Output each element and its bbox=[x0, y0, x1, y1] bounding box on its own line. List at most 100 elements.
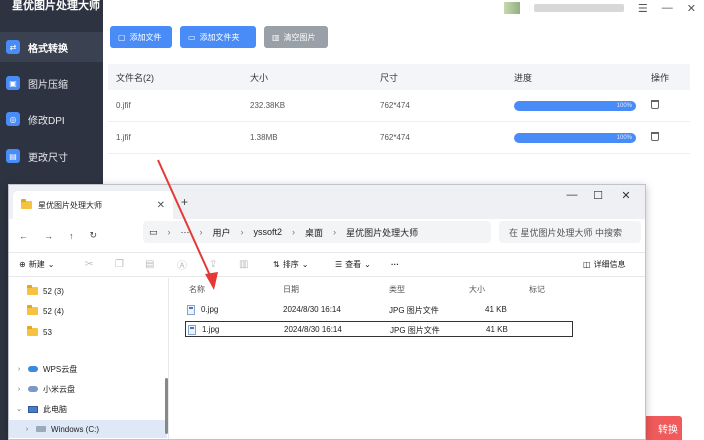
monitor-icon: ▭ bbox=[149, 226, 158, 237]
col-type[interactable]: 类型 bbox=[389, 284, 405, 295]
chevron-right-icon: › bbox=[240, 227, 244, 237]
address-bar[interactable]: ▭ › ··· › 用户 › yssoft2 › 桌面 › 星优图片处理大师 bbox=[143, 221, 491, 243]
nav-item-wps-cloud[interactable]: › WPS云盘 bbox=[9, 360, 167, 378]
view-button[interactable]: ☰ 查看 ⌄ bbox=[335, 259, 371, 270]
nav-item-label: Windows (C:) bbox=[51, 424, 100, 434]
chevron-down-icon: ⌄ bbox=[364, 260, 371, 269]
progress-bar: 100% bbox=[514, 132, 636, 143]
chevron-right-icon: › bbox=[333, 227, 337, 237]
col-date[interactable]: 日期 bbox=[283, 284, 299, 295]
delete-icon[interactable] bbox=[651, 100, 659, 109]
file-date: 2024/8/30 16:14 bbox=[283, 305, 341, 314]
nav-item-folder[interactable]: 52 (3) bbox=[9, 282, 167, 300]
rename-icon[interactable]: Ⓐ bbox=[177, 257, 187, 272]
minimize-icon[interactable]: — bbox=[662, 2, 673, 14]
nav-item-folder[interactable]: 53 bbox=[9, 323, 167, 341]
explorer-tab[interactable]: 星优图片处理大师 ✕ bbox=[13, 191, 173, 219]
folder-icon bbox=[27, 305, 38, 315]
file-size: 232.38KB bbox=[250, 101, 286, 110]
breadcrumb-item[interactable]: yssoft2 bbox=[254, 227, 283, 237]
file-name: 1.jpg bbox=[202, 325, 220, 334]
close-icon[interactable]: ✕ bbox=[687, 2, 696, 15]
format-convert-icon: ⇄ bbox=[6, 40, 20, 54]
start-convert-button[interactable]: 转换 bbox=[640, 416, 682, 440]
forward-icon[interactable]: → bbox=[44, 231, 53, 241]
add-folder-button[interactable]: ▭ 添加文件夹 bbox=[180, 26, 256, 48]
sidebar-item-format-convert[interactable]: ⇄ 格式转换 bbox=[0, 32, 103, 62]
chevron-right-icon[interactable]: › bbox=[15, 386, 23, 393]
breadcrumb-item[interactable]: 用户 bbox=[213, 226, 231, 239]
search-placeholder: 在 星优图片处理大师 中搜索 bbox=[509, 227, 623, 238]
sort-button[interactable]: ⇅ 排序 ⌄ bbox=[273, 259, 308, 270]
clear-images-button[interactable]: ▥ 清空图片 bbox=[264, 26, 328, 48]
scrollbar[interactable] bbox=[165, 378, 168, 434]
command-bar: ⊕ 新建 ⌄ ✂ ❐ ▤ Ⓐ ⇪ ▥ ⇅ 排序 ⌄ ☰ 查看 ⌄ ··· ◫ 详… bbox=[9, 253, 645, 277]
minimize-icon[interactable]: — bbox=[561, 189, 583, 201]
file-size: 41 KB bbox=[485, 305, 507, 314]
col-tags[interactable]: 标记 bbox=[529, 284, 545, 295]
col-name[interactable]: 名称 bbox=[189, 284, 205, 295]
chevron-down-icon: ⌄ bbox=[301, 260, 309, 269]
sort-label: 排序 bbox=[282, 260, 299, 269]
nav-item-this-pc[interactable]: ⌄ 此电脑 bbox=[9, 400, 167, 418]
sidebar-item-label: 图片压缩 bbox=[28, 79, 68, 91]
view-icon: ☰ bbox=[335, 260, 343, 269]
breadcrumb-item[interactable]: 星优图片处理大师 bbox=[346, 226, 418, 239]
cloud-icon bbox=[28, 386, 38, 392]
paste-icon[interactable]: ▤ bbox=[145, 259, 154, 270]
file-type: JPG 图片文件 bbox=[390, 326, 440, 335]
up-icon[interactable]: ↑ bbox=[69, 231, 74, 241]
cloud-icon bbox=[28, 366, 38, 372]
folder-icon: ▭ bbox=[188, 32, 196, 42]
image-file-icon bbox=[187, 305, 195, 315]
back-icon[interactable]: ← bbox=[19, 231, 28, 241]
file-table: 文件名(2) 大小 尺寸 进度 操作 0.jfif 232.38KB 762*4… bbox=[108, 64, 690, 154]
delete-icon[interactable] bbox=[651, 132, 659, 141]
copy-icon[interactable]: ❐ bbox=[115, 259, 124, 270]
settings-icon[interactable]: ☰ bbox=[638, 2, 648, 15]
add-file-button[interactable]: ▢ 添加文件 bbox=[110, 26, 172, 48]
more-options-icon[interactable]: ··· bbox=[391, 260, 399, 269]
close-tab-icon[interactable]: ✕ bbox=[157, 200, 165, 211]
details-button[interactable]: ◫ 详细信息 bbox=[583, 259, 626, 270]
chevron-right-icon: › bbox=[292, 227, 296, 237]
nav-item-drive-c[interactable]: › Windows (C:) bbox=[9, 420, 167, 438]
sidebar-item-compress[interactable]: ▣ 图片压缩 bbox=[0, 68, 103, 98]
more-path-icon[interactable]: ··· bbox=[181, 227, 190, 237]
file-row[interactable]: 0.jpg 2024/8/30 16:14 JPG 图片文件 41 KB bbox=[185, 302, 573, 318]
sort-icon: ⇅ bbox=[273, 260, 280, 269]
chevron-right-icon[interactable]: › bbox=[23, 426, 31, 433]
file-name: 0.jpg bbox=[201, 305, 219, 314]
file-dims: 762*474 bbox=[380, 133, 410, 142]
file-type: JPG 图片文件 bbox=[389, 306, 439, 315]
table-row[interactable]: 0.jfif 232.38KB 762*474 100% bbox=[108, 90, 690, 122]
maximize-icon[interactable]: ☐ bbox=[587, 189, 609, 202]
nav-item-mi-cloud[interactable]: › 小米云盘 bbox=[9, 380, 167, 398]
cut-icon[interactable]: ✂ bbox=[85, 259, 93, 270]
table-row[interactable]: 1.jfif 1.38MB 762*474 100% bbox=[108, 122, 690, 154]
search-input[interactable]: 在 星优图片处理大师 中搜索 bbox=[499, 221, 641, 243]
avatar[interactable] bbox=[503, 2, 520, 14]
file-row[interactable]: 1.jpg 2024/8/30 16:14 JPG 图片文件 41 KB bbox=[185, 321, 573, 337]
resize-icon: ▤ bbox=[6, 149, 20, 163]
new-button[interactable]: ⊕ 新建 ⌄ bbox=[19, 259, 54, 270]
refresh-icon[interactable]: ↻ bbox=[90, 230, 98, 241]
sidebar-item-dpi[interactable]: ◎ 修改DPI bbox=[0, 104, 103, 134]
progress-label: 100% bbox=[616, 134, 632, 141]
file-date: 2024/8/30 16:14 bbox=[284, 325, 342, 334]
chevron-down-icon[interactable]: ⌄ bbox=[15, 405, 23, 413]
file-list-header: 名称 日期 类型 大小 标记 bbox=[181, 282, 581, 296]
drive-icon bbox=[36, 426, 46, 432]
nav-item-folder[interactable]: 52 (4) bbox=[9, 302, 167, 320]
start-convert-label: 转换 bbox=[658, 424, 678, 436]
account-info bbox=[533, 4, 624, 12]
chevron-right-icon[interactable]: › bbox=[15, 366, 23, 373]
share-icon[interactable]: ⇪ bbox=[209, 259, 217, 270]
breadcrumb-item[interactable]: 桌面 bbox=[305, 226, 323, 239]
nav-item-label: 52 (3) bbox=[43, 286, 64, 296]
close-icon[interactable]: ✕ bbox=[615, 189, 637, 202]
sidebar-item-resize[interactable]: ▤ 更改尺寸 bbox=[0, 141, 103, 171]
new-tab-icon[interactable]: + bbox=[181, 195, 188, 209]
delete-icon[interactable]: ▥ bbox=[239, 259, 248, 270]
col-size[interactable]: 大小 bbox=[469, 284, 485, 295]
